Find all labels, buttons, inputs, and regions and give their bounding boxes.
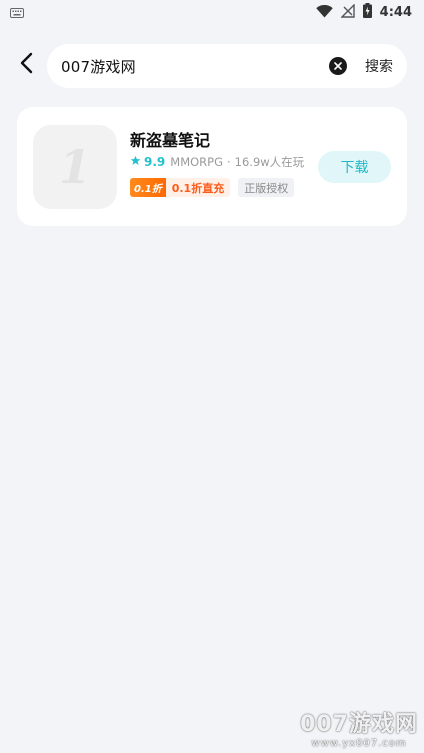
search-button[interactable]: 搜索 <box>365 56 393 76</box>
app-meta: 9.9 MMORPG · 16.9w人在玩 <box>130 154 304 170</box>
download-button[interactable]: 下载 <box>318 151 391 183</box>
battery-charging-icon <box>362 2 372 22</box>
genre: MMORPG <box>170 155 223 169</box>
search-input[interactable]: 007游戏网 <box>61 56 329 77</box>
tag-row: 0.1折 0.1折直充 正版授权 <box>130 178 295 197</box>
back-button[interactable] <box>12 50 40 80</box>
status-time: 4:44 <box>379 4 412 20</box>
meta-separator: · <box>227 155 231 169</box>
official-tag: 正版授权 <box>238 178 295 197</box>
keyboard-icon <box>10 3 24 22</box>
watermark-title: 007游戏网 <box>300 712 418 737</box>
app-icon-glyph: 1 <box>58 140 91 194</box>
discount-tag: 0.1折 0.1折直充 <box>130 178 231 197</box>
wifi-icon <box>315 3 333 22</box>
discount-text: 0.1折直充 <box>171 181 225 195</box>
clear-icon[interactable] <box>329 57 347 75</box>
player-count: 16.9w人在玩 <box>234 155 305 169</box>
watermark: 007游戏网 www.yx007.com <box>300 706 418 749</box>
app-name[interactable]: 新盗墓笔记 <box>130 127 210 151</box>
back-arrow-icon <box>19 52 33 78</box>
search-bar[interactable]: 007游戏网 搜索 <box>47 44 407 88</box>
no-signal-icon <box>339 2 355 22</box>
watermark-url: www.yx007.com <box>311 738 407 749</box>
rating-value: 9.9 <box>144 155 166 169</box>
result-card[interactable]: 1 新盗墓笔记 9.9 MMORPG · 16.9w人在玩 0.1折 0.1折直… <box>17 107 407 226</box>
status-bar: 4:44 <box>0 0 424 24</box>
star-icon <box>130 155 141 169</box>
app-placeholder-icon[interactable]: 1 <box>33 125 117 209</box>
discount-badge: 0.1折 <box>130 178 166 197</box>
status-icons: 4:44 <box>315 2 412 22</box>
